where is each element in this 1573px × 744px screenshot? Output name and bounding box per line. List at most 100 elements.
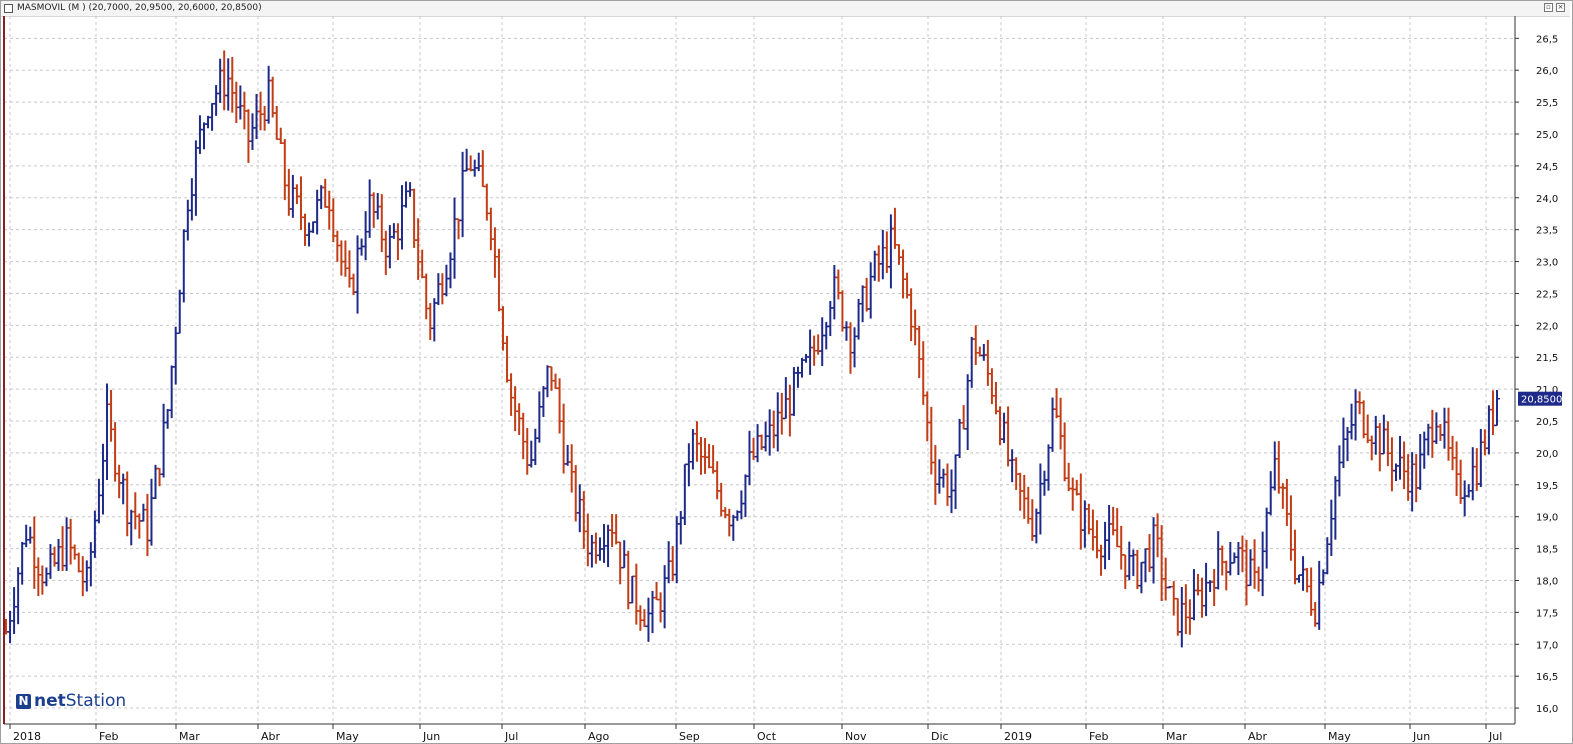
- ohlc-bar: [116, 464, 123, 499]
- ohlc-bar: [782, 377, 789, 420]
- ohlc-bar: [386, 225, 393, 269]
- ohlc-bar: [479, 150, 486, 188]
- x-tick-label: Feb: [1089, 730, 1108, 743]
- x-tick-label: Sep: [679, 730, 700, 743]
- x-tick-label: Mar: [179, 730, 200, 743]
- ohlc-bar: [1401, 441, 1408, 490]
- ohlc-bar: [11, 587, 18, 635]
- window-icon: [4, 4, 13, 13]
- ohlc-bar: [281, 139, 288, 201]
- ohlc-bar: [685, 443, 692, 487]
- ohlc-bar: [536, 391, 543, 443]
- ohlc-bar: [168, 365, 175, 419]
- window-title: MASMOVIL (M ) (20,7000, 20,9500, 20,6000…: [17, 3, 262, 13]
- ohlc-bar: [803, 353, 810, 363]
- ohlc-bar: [475, 152, 482, 172]
- ohlc-bar: [1126, 541, 1133, 581]
- ohlc-bar: [1255, 566, 1262, 592]
- ohlc-bar: [1102, 521, 1109, 570]
- ohlc-bar: [588, 534, 595, 568]
- ohlc-bar: [1348, 403, 1355, 440]
- ohlc-bar: [706, 443, 713, 469]
- ohlc-bar: [520, 412, 527, 460]
- ohlc-bar: [1093, 520, 1100, 559]
- ohlc-bar: [1154, 513, 1161, 558]
- ohlc-bar: [770, 410, 777, 449]
- ohlc-bar: [689, 429, 696, 470]
- y-tick-label: 17,0: [1536, 640, 1558, 651]
- ohlc-bar: [1110, 506, 1117, 536]
- ohlc-bar: [27, 526, 34, 544]
- ohlc-bar: [766, 409, 773, 456]
- ohlc-bar: [225, 58, 232, 111]
- ohlc-bar: [1429, 409, 1436, 458]
- ohlc-bar: [439, 273, 446, 305]
- x-tick-label: Abr: [1248, 730, 1268, 743]
- restore-icon[interactable]: ▫: [1544, 3, 1553, 12]
- y-tick-label: 23,5: [1536, 226, 1558, 237]
- ohlc-bar: [1009, 449, 1016, 483]
- ohlc-bar: [31, 516, 38, 589]
- ohlc-bar: [1340, 417, 1347, 469]
- ohlc-bar: [992, 382, 999, 415]
- ohlc-bar: [738, 490, 745, 520]
- ohlc-bar: [867, 262, 874, 319]
- x-tick-label: Mar: [1166, 730, 1187, 743]
- y-tick-label: 26,5: [1536, 34, 1558, 45]
- ohlc-bar: [956, 418, 963, 458]
- ohlc-bar: [1372, 415, 1379, 455]
- ohlc-bar: [576, 484, 583, 533]
- ohlc-bar: [722, 507, 729, 519]
- ohlc-bar: [15, 567, 22, 625]
- y-tick-label: 19,0: [1536, 513, 1558, 524]
- axis-layer: [3, 16, 1519, 729]
- ohlc-bar: [908, 288, 915, 342]
- ohlc-bar: [253, 93, 260, 140]
- ohlc-bar: [859, 285, 866, 323]
- ohlc-bar: [1041, 470, 1048, 496]
- ohlc-bar: [952, 454, 959, 510]
- ohlc-bar: [269, 76, 276, 118]
- close-icon[interactable]: ×: [1556, 3, 1565, 12]
- ohlc-bar: [895, 244, 902, 265]
- ohlc-bar: [1037, 463, 1044, 535]
- x-tick-label: May: [1328, 730, 1351, 743]
- y-tick-labels: 16,0 16,5 17,0 17,5 18,0 18,5 19,0 19,5 20,0 20,5…: [1536, 34, 1558, 715]
- ohlc-bar: [621, 540, 628, 569]
- ohlc-bar: [104, 383, 111, 481]
- y-tick-label: 20,0: [1536, 449, 1558, 460]
- ohlc-bar: [1477, 428, 1484, 488]
- ohlc-bar: [1296, 574, 1303, 583]
- ohlc-bar: [1045, 444, 1052, 491]
- ohlc-bar: [1158, 525, 1165, 602]
- ohlc-bar: [1425, 423, 1432, 456]
- ohlc-bar: [1461, 480, 1468, 517]
- ohlc-bar: [354, 235, 361, 314]
- logo-station: Station: [65, 691, 127, 711]
- ohlc-bar: [1098, 544, 1105, 576]
- ohlc-bar: [43, 567, 50, 587]
- x-tick-labels: 2018 Feb Mar Abr May Jun Jul Ago Sep Oct Nov Dic 201…: [13, 730, 1502, 743]
- ohlc-bar: [657, 592, 664, 623]
- x-tick-label: May: [336, 730, 359, 743]
- ohlc-bar: [67, 518, 74, 565]
- ohlc-bar: [334, 230, 341, 262]
- ohlc-bar: [1433, 412, 1440, 444]
- ohlc-bar: [1138, 561, 1145, 594]
- x-tick-label: Jun: [422, 730, 440, 743]
- ohlc-bar: [1089, 509, 1096, 551]
- ohlc-bar: [1146, 534, 1153, 573]
- ohlc-bar: [528, 440, 535, 468]
- ohlc-bar: [338, 240, 345, 276]
- ohlc-bar: [467, 155, 474, 172]
- ohlc-bar: [1494, 390, 1500, 427]
- ohlc-bar: [1441, 407, 1448, 449]
- ohlc-bar: [35, 557, 42, 597]
- ohlc-bar: [1227, 541, 1234, 576]
- x-tick-label: Feb: [99, 730, 118, 743]
- ohlc-bar: [601, 524, 608, 563]
- ohlc-bar: [1150, 517, 1157, 584]
- ohlc-bar: [524, 427, 531, 475]
- last-price-label: 20,8500: [1521, 395, 1562, 406]
- ohlc-bar: [1469, 447, 1476, 501]
